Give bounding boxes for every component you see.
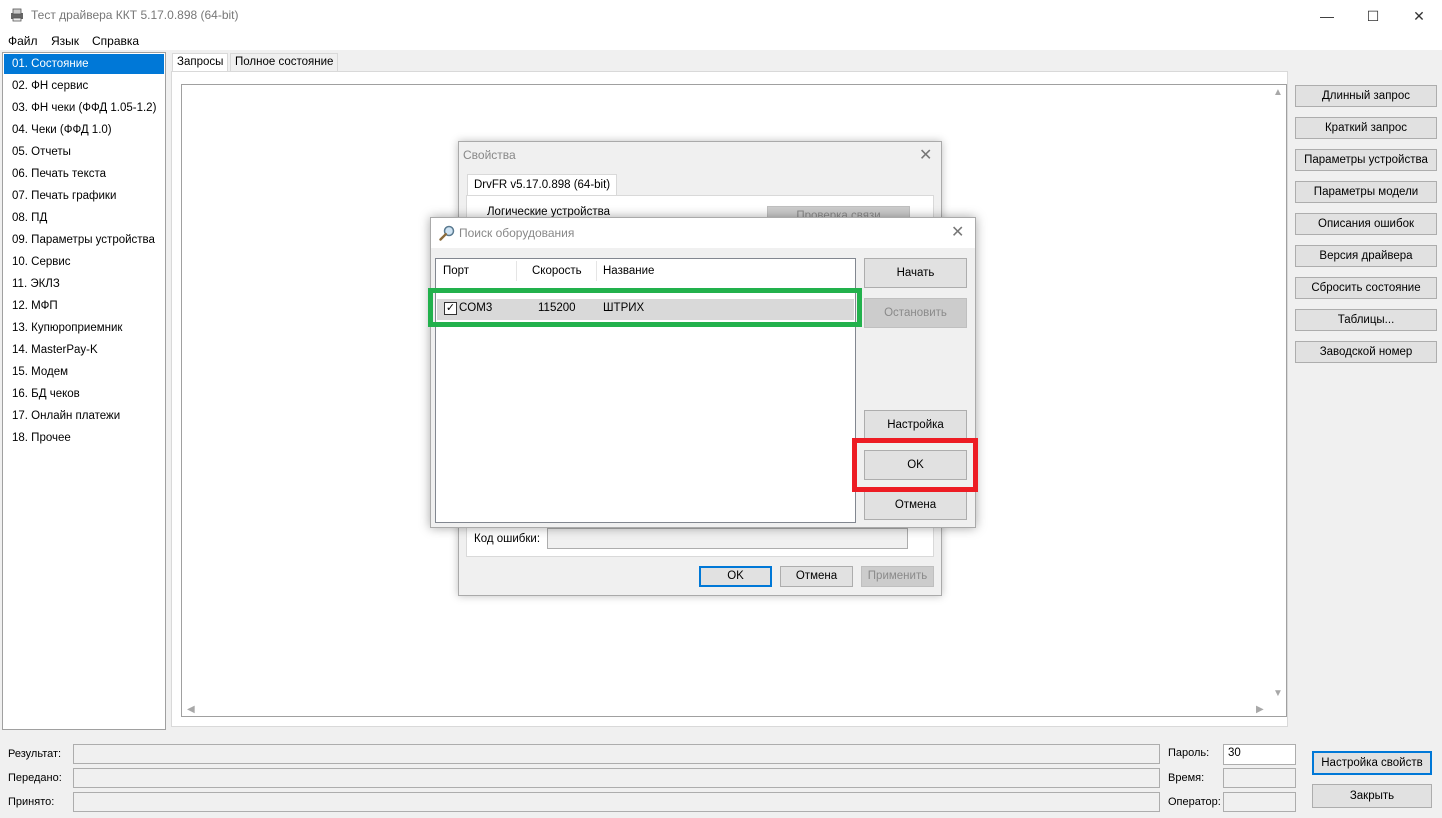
sent-field bbox=[73, 768, 1160, 788]
password-label: Пароль: bbox=[1168, 747, 1210, 759]
tables-button[interactable]: Таблицы... bbox=[1295, 309, 1437, 331]
sidebar-item-service[interactable]: 10. Сервис bbox=[4, 252, 164, 272]
sent-label: Передано: bbox=[8, 772, 62, 784]
sidebar-item-masterpay[interactable]: 14. MasterPay-K bbox=[4, 340, 164, 360]
column-divider bbox=[516, 261, 517, 281]
tab-requests[interactable]: Запросы bbox=[172, 53, 229, 72]
error-code-label: Код ошибки: bbox=[474, 533, 541, 545]
maximize-icon[interactable]: ☐ bbox=[1350, 0, 1396, 32]
sidebar: 01. Состояние 02. ФН сервис 03. ФН чеки … bbox=[2, 52, 166, 730]
column-name[interactable]: Название bbox=[603, 265, 654, 277]
result-label: Результат: bbox=[8, 748, 62, 760]
column-port[interactable]: Порт bbox=[443, 265, 469, 277]
minimize-icon[interactable]: — bbox=[1304, 0, 1350, 32]
sidebar-item-status[interactable]: 01. Состояние bbox=[4, 54, 164, 74]
sidebar-item-receipt-db[interactable]: 16. БД чеков bbox=[4, 384, 164, 404]
driver-version-button[interactable]: Версия драйвера bbox=[1295, 245, 1437, 267]
error-descriptions-button[interactable]: Описания ошибок bbox=[1295, 213, 1437, 235]
sidebar-item-mfp[interactable]: 12. МФП bbox=[4, 296, 164, 316]
error-code-field bbox=[547, 528, 908, 549]
sidebar-item-reports[interactable]: 05. Отчеты bbox=[4, 142, 164, 162]
search-dialog-title: Поиск оборудования bbox=[459, 226, 575, 240]
search-cancel-button[interactable]: Отмена bbox=[864, 490, 967, 520]
printer-icon bbox=[11, 8, 23, 22]
magnifier-icon bbox=[439, 225, 455, 241]
result-field bbox=[73, 744, 1160, 764]
sidebar-item-print-text[interactable]: 06. Печать текста bbox=[4, 164, 164, 184]
short-request-button[interactable]: Краткий запрос bbox=[1295, 117, 1437, 139]
serial-number-button[interactable]: Заводской номер bbox=[1295, 341, 1437, 363]
start-button[interactable]: Начать bbox=[864, 258, 967, 288]
sidebar-item-modem[interactable]: 15. Модем bbox=[4, 362, 164, 382]
close-icon[interactable]: ✕ bbox=[951, 222, 964, 242]
search-settings-button[interactable]: Настройка bbox=[864, 410, 967, 440]
scroll-right-icon[interactable]: ▶ bbox=[1256, 704, 1264, 715]
close-icon[interactable]: ✕ bbox=[919, 145, 932, 165]
settings-properties-button[interactable]: Настройка свойств bbox=[1312, 751, 1432, 775]
sidebar-item-device-params[interactable]: 09. Параметры устройства bbox=[4, 230, 164, 250]
properties-cancel-button[interactable]: Отмена bbox=[780, 566, 853, 587]
search-dialog-titlebar: Поиск оборудования ✕ bbox=[431, 218, 975, 248]
sidebar-item-pd[interactable]: 08. ПД bbox=[4, 208, 164, 228]
password-input[interactable]: 30 bbox=[1223, 744, 1296, 765]
operator-label: Оператор: bbox=[1168, 796, 1221, 808]
properties-ok-button[interactable]: OK bbox=[699, 566, 772, 587]
close-button[interactable]: Закрыть bbox=[1312, 784, 1432, 808]
close-icon[interactable]: ✕ bbox=[1396, 0, 1442, 32]
properties-apply-button[interactable]: Применить bbox=[861, 566, 934, 587]
menu-bar: Файл Язык Справка bbox=[0, 32, 1442, 50]
window-title: Тест драйвера ККТ 5.17.0.898 (64-bit) bbox=[31, 8, 239, 22]
long-request-button[interactable]: Длинный запрос bbox=[1295, 85, 1437, 107]
tab-full-status[interactable]: Полное состояние bbox=[230, 53, 339, 72]
scroll-left-icon[interactable]: ◀ bbox=[187, 704, 195, 715]
sidebar-item-fn-service[interactable]: 02. ФН сервис bbox=[4, 76, 164, 96]
sidebar-item-bill-acceptor[interactable]: 13. Купюроприемник bbox=[4, 318, 164, 338]
scroll-down-icon[interactable]: ▼ bbox=[1273, 688, 1283, 699]
time-field bbox=[1223, 768, 1296, 788]
menu-file[interactable]: Файл bbox=[8, 34, 38, 48]
sidebar-item-print-graphics[interactable]: 07. Печать графики bbox=[4, 186, 164, 206]
model-params-button[interactable]: Параметры модели bbox=[1295, 181, 1437, 203]
sidebar-item-online-payments[interactable]: 17. Онлайн платежи bbox=[4, 406, 164, 426]
menu-help[interactable]: Справка bbox=[92, 34, 139, 48]
row-highlight-box bbox=[428, 288, 862, 327]
sidebar-item-fn-receipts[interactable]: 03. ФН чеки (ФФД 1.05-1.2) bbox=[4, 98, 164, 118]
title-bar: Тест драйвера ККТ 5.17.0.898 (64-bit) — … bbox=[0, 0, 1442, 32]
operator-field bbox=[1223, 792, 1296, 812]
sidebar-item-other[interactable]: 18. Прочее bbox=[4, 428, 164, 448]
menu-language[interactable]: Язык bbox=[51, 34, 79, 48]
sidebar-item-eklz[interactable]: 11. ЭКЛЗ bbox=[4, 274, 164, 294]
reset-state-button[interactable]: Сбросить состояние bbox=[1295, 277, 1437, 299]
time-label: Время: bbox=[1168, 772, 1205, 784]
ok-highlight-box bbox=[852, 438, 978, 492]
properties-dialog-title: Свойства bbox=[463, 148, 516, 162]
column-speed[interactable]: Скорость bbox=[532, 265, 582, 277]
device-params-button[interactable]: Параметры устройства bbox=[1295, 149, 1437, 171]
received-label: Принято: bbox=[8, 796, 55, 808]
sidebar-item-receipts[interactable]: 04. Чеки (ФФД 1.0) bbox=[4, 120, 164, 140]
column-divider bbox=[596, 261, 597, 281]
stop-button[interactable]: Остановить bbox=[864, 298, 967, 328]
received-field bbox=[73, 792, 1160, 812]
scroll-up-icon[interactable]: ▲ bbox=[1273, 87, 1283, 98]
tab-drvfr[interactable]: DrvFR v5.17.0.898 (64-bit) bbox=[467, 174, 618, 196]
